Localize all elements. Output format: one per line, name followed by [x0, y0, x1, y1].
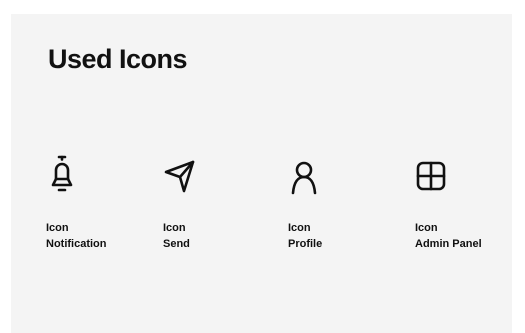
icon-caption-line1: Icon [415, 222, 438, 234]
icon-caption-line2: Notification [46, 238, 107, 250]
icon-card-notification: Icon Notification [46, 150, 156, 252]
icon-caption-line2: Profile [288, 238, 323, 250]
icon-card-admin-panel: Icon Admin Panel [415, 150, 525, 252]
icon-caption-line1: Icon [163, 222, 186, 234]
icon-caption: Icon Admin Panel [415, 220, 525, 252]
profile-icon [288, 150, 320, 198]
bell-icon [46, 150, 78, 198]
page-title: Used Icons [48, 44, 188, 74]
icon-caption-line2: Admin Panel [415, 238, 482, 250]
icon-card-profile: Icon Profile [288, 150, 398, 252]
send-icon [163, 150, 195, 198]
icons-panel: Used Icons Icon Notification Icon Send I… [11, 14, 512, 333]
icon-caption-line1: Icon [46, 222, 69, 234]
icon-caption: Icon Notification [46, 220, 156, 252]
icon-caption: Icon Send [163, 220, 273, 252]
admin-panel-icon [415, 150, 447, 198]
icon-card-send: Icon Send [163, 150, 273, 252]
icon-caption-line2: Send [163, 238, 190, 250]
icon-caption: Icon Profile [288, 220, 398, 252]
icon-caption-line1: Icon [288, 222, 311, 234]
